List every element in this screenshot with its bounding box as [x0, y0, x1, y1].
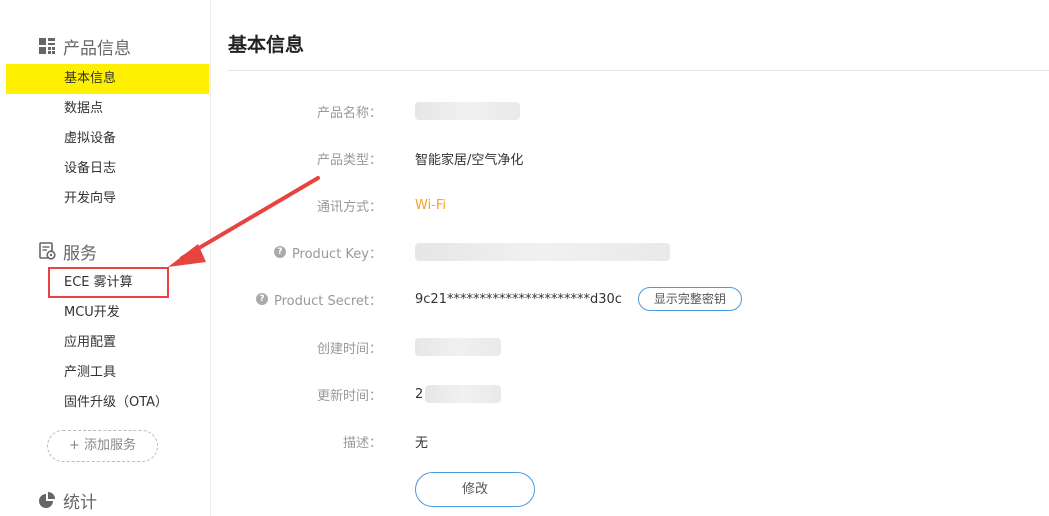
redacted-product-key — [415, 243, 670, 261]
field-value: 2 — [415, 385, 502, 403]
sidebar-item-data-points[interactable]: 数据点 — [6, 94, 209, 124]
sidebar-item-production-test[interactable]: 产测工具 — [6, 358, 209, 388]
field-label: ? Product Secret： — [230, 290, 382, 309]
field-label: 产品名称： — [316, 105, 382, 121]
field-label: 通讯方式： — [316, 199, 382, 215]
field-value — [415, 243, 670, 261]
sidebar-item-firmware-ota[interactable]: 固件升级（OTA） — [6, 388, 209, 418]
sidebar-item-label: 基本信息 — [64, 71, 117, 86]
redacted-product-name — [415, 102, 520, 120]
section-services: 服务 — [38, 239, 97, 264]
pie-chart-icon — [38, 491, 56, 509]
field-created-time: 创建时间： — [230, 335, 1010, 359]
sidebar-item-label: MCU开发 — [64, 305, 120, 320]
sidebar-item-label: 虚拟设备 — [64, 131, 117, 146]
field-description: 描述： 无 — [230, 429, 1010, 453]
page-title: 基本信息 — [228, 34, 305, 56]
sidebar-item-app-config[interactable]: 应用配置 — [6, 328, 209, 358]
section-product-info: 产品信息 — [38, 34, 131, 59]
field-comm-method: 通讯方式： Wi-Fi — [230, 193, 1010, 217]
add-service-button[interactable]: + 添加服务 — [47, 430, 158, 462]
section-product-info-label: 产品信息 — [63, 38, 131, 59]
field-label-text: Product Secret： — [273, 293, 382, 309]
field-value: 9c21**********************d30c 显示完整密钥 — [415, 287, 742, 311]
section-statistics-label: 统计 — [63, 492, 97, 513]
field-label: 描述： — [342, 435, 382, 451]
field-label: 产品类型： — [316, 152, 382, 168]
product-secret-masked: 9c21**********************d30c — [415, 291, 622, 307]
sidebar-item-label: 开发向导 — [64, 191, 117, 206]
updated-time-visible: 2 — [415, 386, 424, 402]
sidebar-item-label: 设备日志 — [64, 161, 117, 176]
sidebar-item-mcu-dev[interactable]: MCU开发 — [6, 298, 209, 328]
title-divider — [228, 70, 1049, 71]
field-value: Wi-Fi — [415, 197, 447, 213]
section-services-label: 服务 — [63, 243, 97, 264]
field-value: 无 — [415, 435, 429, 451]
field-product-secret: ? Product Secret： 9c21******************… — [230, 287, 1010, 311]
annotation-highlight-box — [48, 267, 169, 298]
gear-box-icon — [38, 242, 56, 260]
field-label-text: Product Key： — [291, 246, 382, 262]
field-label: ? Product Key： — [230, 243, 382, 262]
section-statistics: 统计 — [38, 488, 97, 513]
edit-button[interactable]: 修改 — [415, 472, 535, 507]
field-label: 创建时间： — [316, 341, 382, 357]
field-label: 更新时间： — [316, 388, 382, 404]
field-value: 智能家居/空气净化 — [415, 152, 524, 168]
help-icon[interactable]: ? — [255, 293, 268, 305]
sidebar-item-label: 应用配置 — [64, 335, 117, 350]
sidebar-item-label: 固件升级（OTA） — [64, 395, 169, 410]
grid-icon — [38, 37, 56, 55]
redacted-created-time — [415, 338, 501, 356]
field-product-name: 产品名称： — [230, 99, 1010, 123]
field-product-type: 产品类型： 智能家居/空气净化 — [230, 146, 1010, 170]
field-value — [415, 102, 520, 120]
sidebar-item-basic-info[interactable]: 基本信息 — [6, 64, 209, 94]
sidebar-item-label: 产测工具 — [64, 365, 117, 380]
show-full-secret-button[interactable]: 显示完整密钥 — [637, 287, 742, 311]
field-updated-time: 更新时间： 2 — [230, 382, 1010, 406]
sidebar-item-virtual-device[interactable]: 虚拟设备 — [6, 124, 209, 154]
help-icon[interactable]: ? — [273, 246, 286, 258]
sidebar-item-label: 数据点 — [64, 101, 104, 116]
redacted-updated-time — [425, 385, 502, 403]
field-product-key: ? Product Key： — [230, 240, 1010, 264]
field-value — [415, 338, 501, 356]
